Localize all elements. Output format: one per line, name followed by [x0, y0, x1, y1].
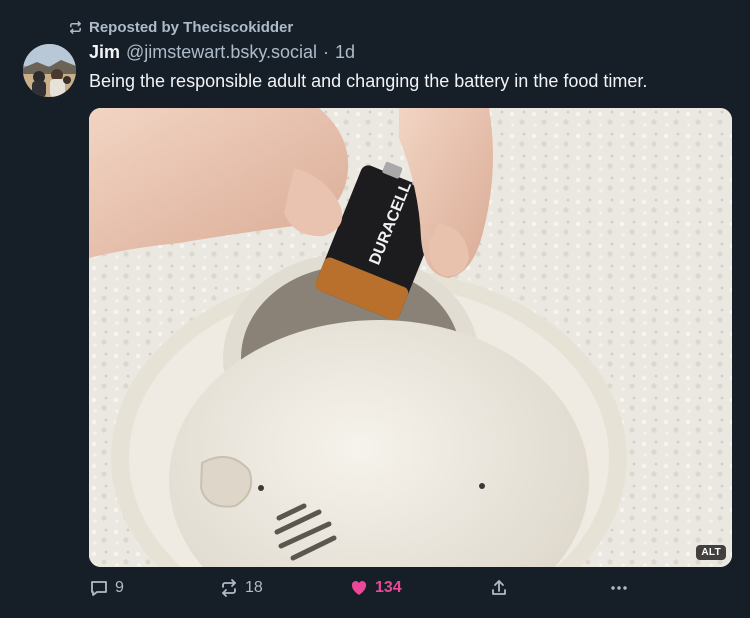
post-text: Being the responsible adult and changing…: [89, 71, 648, 91]
share-button[interactable]: [489, 578, 509, 598]
avatar[interactable]: [23, 44, 76, 97]
reply-count: 9: [115, 579, 124, 596]
author-name[interactable]: Jim: [89, 42, 120, 63]
post-actions: 9 18 134: [89, 578, 732, 606]
heart-icon: [351, 581, 367, 595]
repost-icon: [70, 21, 81, 34]
more-options-button[interactable]: [609, 578, 629, 598]
repost-button[interactable]: 18: [219, 578, 263, 598]
post-image[interactable]: DURACELL ALT: [89, 108, 732, 567]
more-icon: [611, 586, 627, 590]
repost-count: 18: [245, 579, 263, 596]
like-button[interactable]: 134: [349, 578, 402, 598]
repost-indicator[interactable]: Reposted by Theciscokidder: [68, 19, 293, 36]
author-handle[interactable]: @jimstewart.bsky.social: [126, 42, 317, 63]
meta-separator: ·: [323, 42, 330, 62]
post-header: Jim @jimstewart.bsky.social · 1d: [89, 42, 355, 63]
repost-icon: [222, 579, 236, 597]
reply-icon: [91, 581, 107, 596]
share-icon: [492, 580, 506, 595]
post-time[interactable]: 1d: [335, 42, 355, 63]
repost-label: Reposted by Theciscokidder: [89, 19, 294, 36]
reply-button[interactable]: 9: [89, 578, 124, 598]
alt-badge[interactable]: ALT: [696, 545, 726, 560]
like-count: 134: [375, 579, 402, 596]
